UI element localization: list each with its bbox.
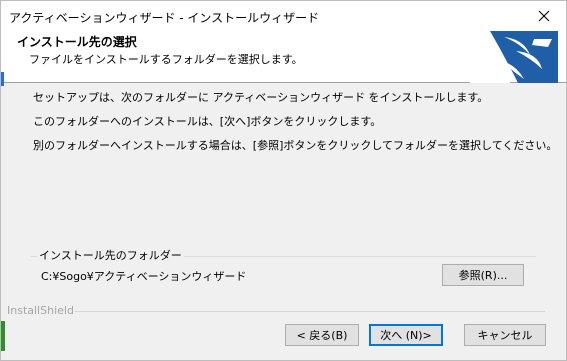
close-button[interactable]: [521, 1, 566, 31]
left-edge-green-strip: [1, 321, 5, 351]
instruction-line-1: セットアップは、次のフォルダーに アクティベーションウィザード をインストールし…: [33, 91, 489, 104]
instruction-line-3: 別のフォルダーへインストールする場合は、[参照]ボタンをクリックしてフォルダーを…: [33, 139, 558, 152]
installer-window: アクティベーションウィザード - インストールウィザード インストール先の選択 …: [0, 0, 567, 361]
title-bar: アクティベーションウィザード - インストールウィザード: [1, 1, 566, 31]
wizard-logo-icon: [450, 31, 558, 83]
window-title: アクティベーションウィザード - インストールウィザード: [9, 11, 320, 25]
instruction-line-2: このフォルダーへのインストールは、[次へ]ボタンをクリックします。: [33, 115, 382, 128]
back-button[interactable]: < 戻る(B): [285, 324, 359, 346]
footer-divider: [75, 311, 545, 312]
next-button[interactable]: 次へ (N)>: [369, 324, 443, 346]
cancel-button[interactable]: キャンセル: [464, 324, 546, 346]
header-panel: インストール先の選択 ファイルをインストールするフォルダーを選択します。: [1, 31, 566, 83]
installshield-brand: InstallShield: [7, 304, 74, 317]
left-accent-strip: [1, 72, 4, 86]
destination-folder-label: インストール先のフォルダー: [37, 247, 184, 263]
browse-button[interactable]: 参照(R)...: [442, 264, 524, 286]
page-title: インストール先の選択: [17, 35, 137, 49]
close-icon: [538, 10, 549, 22]
destination-folder-path: C:¥Sogo¥アクティベーションウィザード: [41, 270, 247, 283]
page-subtitle: ファイルをインストールするフォルダーを選択します。: [29, 53, 303, 66]
